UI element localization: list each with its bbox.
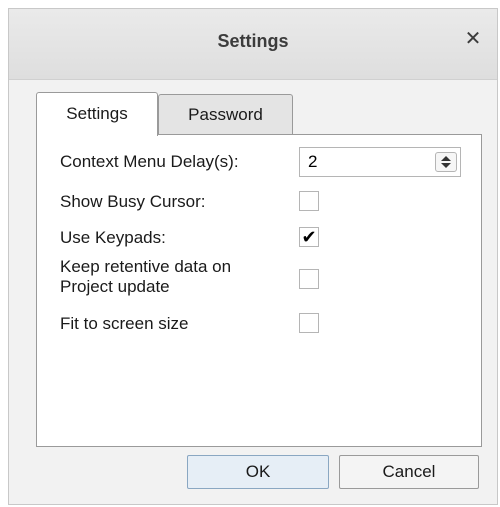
show-busy-cursor-checkbox[interactable] [299,191,319,211]
tab-settings[interactable]: Settings [36,92,158,136]
keep-retentive-checkbox[interactable] [299,269,319,289]
keep-retentive-label-line1: Keep retentive data on [60,257,232,276]
context-menu-delay-input[interactable] [300,148,436,176]
dialog-title: Settings [217,31,289,51]
use-keypads-label: Use Keypads: [60,228,166,247]
arrow-up-icon[interactable] [441,156,451,161]
spinner-updown-icon[interactable] [435,152,457,172]
settings-panel: Context Menu Delay(s): Show Busy Cursor:… [36,134,482,447]
dialog-titlebar[interactable]: Settings ✕ [9,9,497,80]
use-keypads-checkbox[interactable]: ✔ [299,227,319,247]
keep-retentive-label-line2: Project update [60,277,170,296]
close-icon[interactable]: ✕ [461,27,485,51]
keep-retentive-label: Keep retentive data on Project update [60,257,231,297]
context-menu-delay-spinner[interactable] [299,147,461,177]
ok-button[interactable]: OK [187,455,329,489]
fit-to-screen-label: Fit to screen size [60,314,189,333]
fit-to-screen-checkbox[interactable] [299,313,319,333]
tab-password[interactable]: Password [158,94,293,134]
arrow-down-icon[interactable] [441,163,451,168]
cancel-button[interactable]: Cancel [339,455,479,489]
checkmark-icon: ✔ [301,227,317,247]
settings-dialog: Settings ✕ Settings Password Context Men… [8,8,498,505]
context-menu-delay-label: Context Menu Delay(s): [60,152,239,171]
show-busy-cursor-label: Show Busy Cursor: [60,192,206,211]
